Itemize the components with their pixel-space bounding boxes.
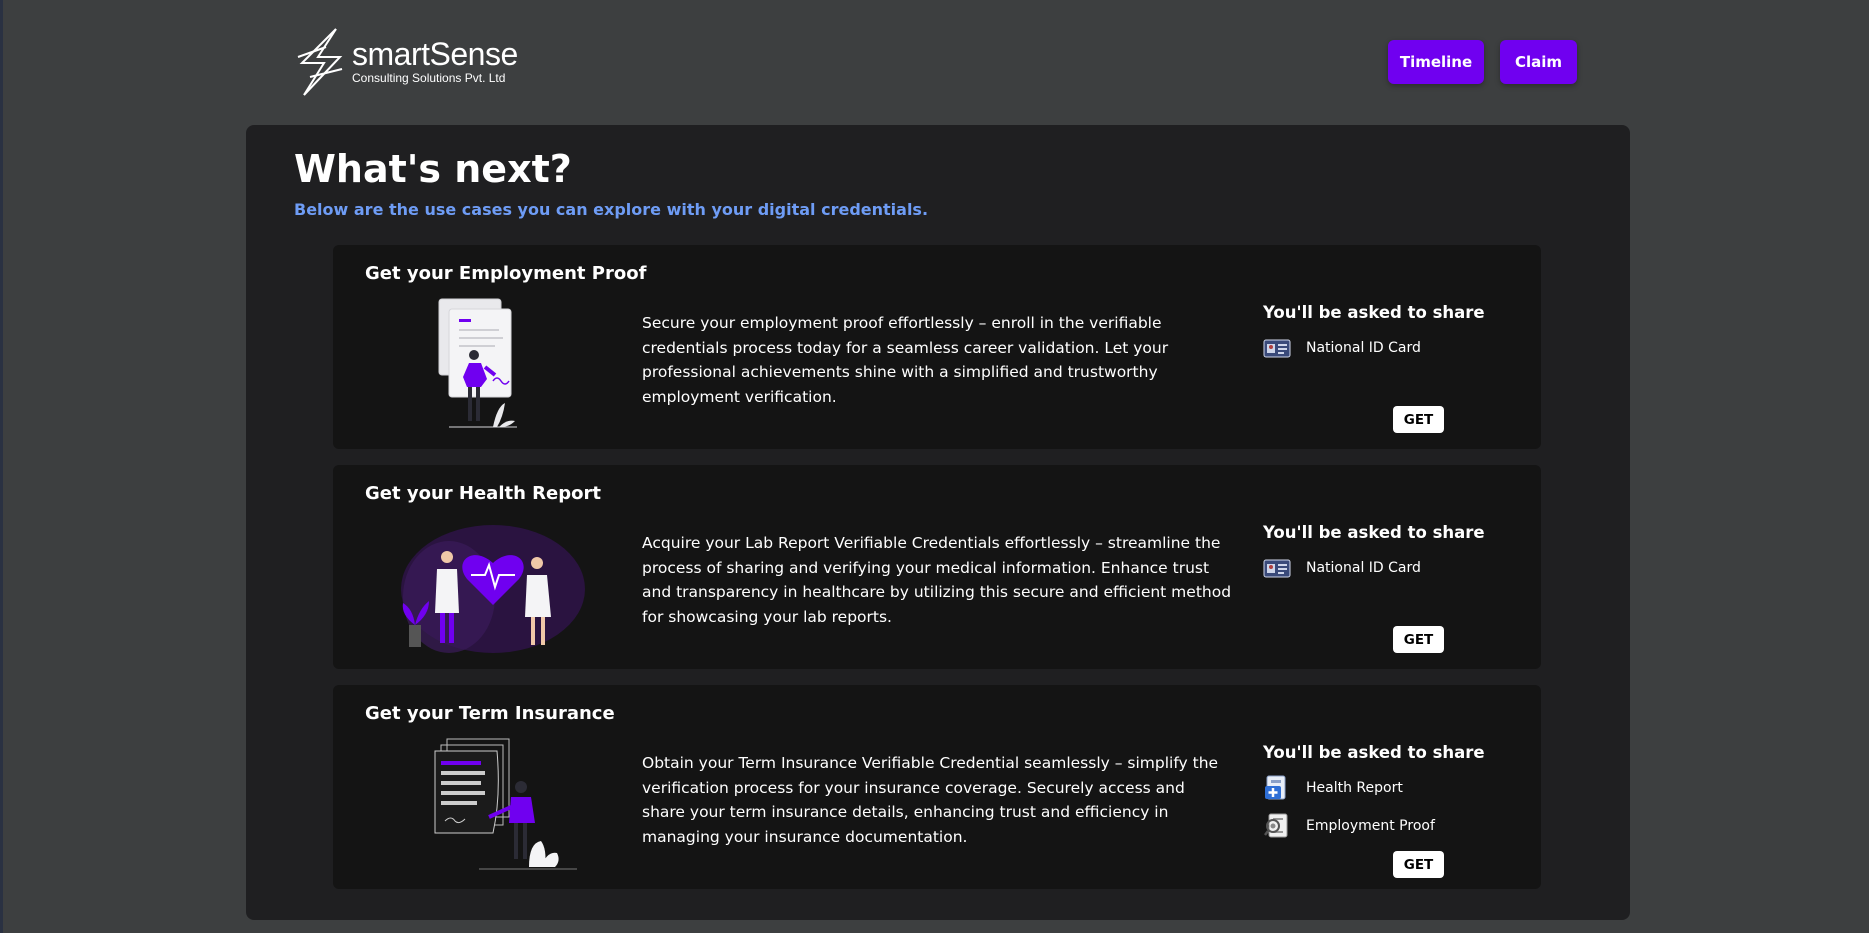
share-item-health-report: Health Report (1263, 775, 1403, 801)
main-panel: What's next? Below are the use cases you… (246, 125, 1630, 920)
timeline-button[interactable]: Timeline (1388, 40, 1484, 84)
card-description: Secure your employment proof effortlessl… (642, 314, 1169, 406)
share-item-employment-proof: Employment Proof (1263, 813, 1435, 839)
company-logo[interactable]: smartSense Consulting Solutions Pvt. Ltd (296, 26, 546, 98)
health-report-icon (1265, 775, 1286, 800)
logo-mark-icon (297, 28, 343, 96)
share-title: You'll be asked to share (1263, 523, 1485, 542)
id-card-icon (1263, 559, 1291, 578)
share-item-label: National ID Card (1306, 340, 1421, 356)
insurance-illustration (434, 738, 577, 870)
get-health-report-button[interactable]: GET (1393, 626, 1444, 653)
card-title: Get your Health Report (365, 483, 601, 504)
page-title: What's next? (294, 147, 572, 191)
share-title: You'll be asked to share (1263, 743, 1485, 762)
employment-illustration (438, 298, 517, 428)
share-item-label: National ID Card (1306, 560, 1421, 576)
share-title: You'll be asked to share (1263, 303, 1485, 322)
claim-button[interactable]: Claim (1500, 40, 1577, 84)
id-card-icon (1263, 339, 1291, 358)
share-item-label: Health Report (1306, 780, 1403, 796)
use-case-card-employment: Get your Employment Proof Secure your em… (333, 245, 1541, 449)
share-item-national-id: National ID Card (1263, 335, 1421, 361)
get-employment-proof-button[interactable]: GET (1393, 406, 1444, 433)
share-item-national-id: National ID Card (1263, 555, 1421, 581)
share-item-label: Employment Proof (1306, 818, 1435, 834)
use-case-card-insurance: Get your Term Insurance Obtain your Term… (333, 685, 1541, 889)
employment-proof-icon (1264, 813, 1288, 838)
card-description: Obtain your Term Insurance Verifiable Cr… (642, 754, 1219, 846)
window-edge (0, 0, 3, 933)
get-term-insurance-button[interactable]: GET (1393, 851, 1444, 878)
card-title: Get your Term Insurance (365, 703, 615, 724)
logo-subtitle: Consulting Solutions Pvt. Ltd (352, 71, 506, 85)
logo-name: smartSense (352, 36, 518, 72)
page-subtitle: Below are the use cases you can explore … (294, 200, 929, 219)
top-header: smartSense Consulting Solutions Pvt. Ltd… (0, 0, 1869, 120)
health-illustration (401, 525, 585, 653)
use-case-card-health: Get your Health Report Acquire your Lab … (333, 465, 1541, 669)
card-title: Get your Employment Proof (365, 263, 647, 284)
card-description: Acquire your Lab Report Verifiable Crede… (642, 534, 1232, 626)
